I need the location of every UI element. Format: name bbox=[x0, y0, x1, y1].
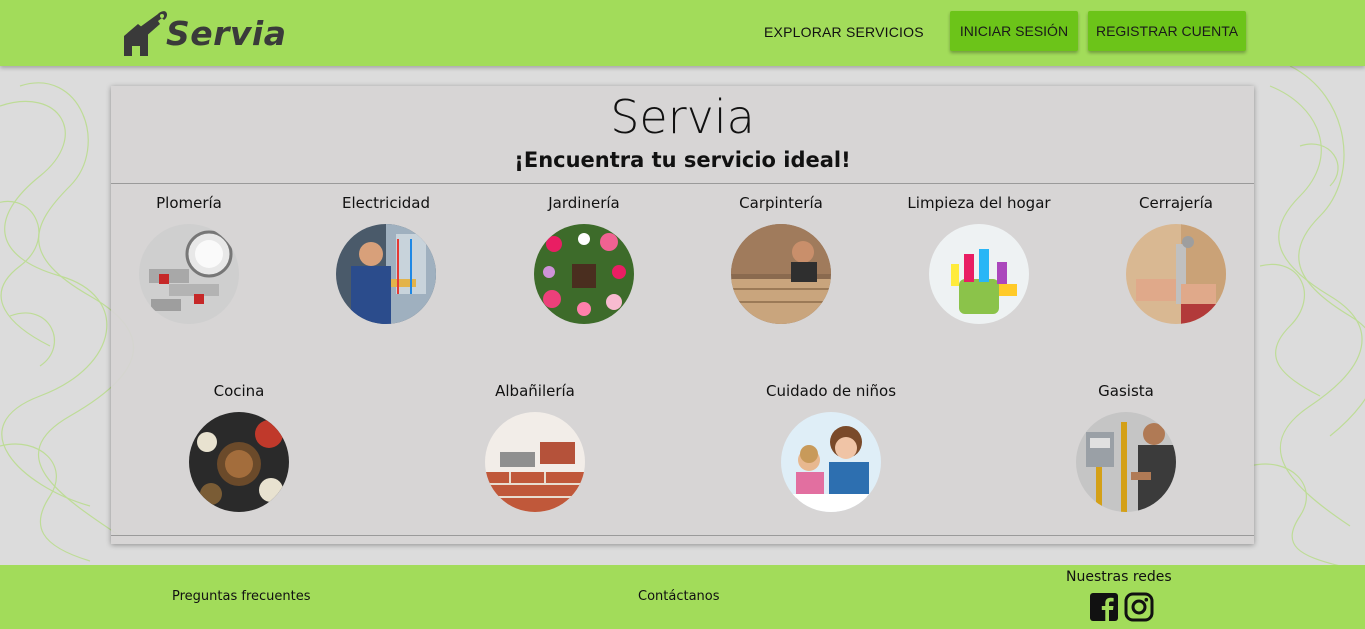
cooking-photo bbox=[189, 412, 289, 512]
facebook-icon[interactable] bbox=[1090, 593, 1118, 621]
childcare-photo bbox=[781, 412, 881, 512]
service-label: Albañilería bbox=[495, 382, 575, 400]
service-locksmith[interactable]: Cerrajería bbox=[1076, 194, 1276, 324]
brand-logo[interactable]: Servia bbox=[118, 8, 287, 58]
service-cleaning[interactable]: Limpieza del hogar bbox=[879, 194, 1079, 324]
service-carpentry[interactable]: Carpintería bbox=[681, 194, 881, 324]
masonry-photo bbox=[485, 412, 585, 512]
service-cooking[interactable]: Cocina bbox=[139, 382, 339, 512]
cleaning-photo bbox=[929, 224, 1029, 324]
social-title: Nuestras redes bbox=[1066, 569, 1172, 585]
service-gardening[interactable]: Jardinería bbox=[484, 194, 684, 324]
register-button[interactable]: REGISTRAR CUENTA bbox=[1088, 11, 1246, 51]
service-label: Cocina bbox=[213, 382, 265, 400]
service-masonry[interactable]: Albañilería bbox=[435, 382, 635, 512]
service-gas-fitter[interactable]: Gasista bbox=[1026, 382, 1226, 512]
service-plumbing[interactable]: Plomería bbox=[89, 194, 289, 324]
explore-services-link[interactable]: EXPLORAR SERVICIOS bbox=[764, 24, 924, 40]
contact-link[interactable]: Contáctanos bbox=[638, 589, 720, 604]
services-card: Servia ¡Encuentra tu servicio ideal! Plo… bbox=[111, 86, 1254, 544]
top-navbar: Servia EXPLORAR SERVICIOS INICIAR SESIÓN… bbox=[0, 0, 1365, 66]
divider bbox=[111, 183, 1254, 184]
service-label: Cuidado de niños bbox=[765, 382, 897, 400]
footer: Preguntas frecuentes Contáctanos Nuestra… bbox=[0, 565, 1365, 629]
service-label: Gasista bbox=[1098, 382, 1154, 400]
brand-name: Servia bbox=[166, 13, 287, 53]
service-label: Limpieza del hogar bbox=[907, 194, 1051, 212]
plumbing-photo bbox=[139, 224, 239, 324]
login-button[interactable]: INICIAR SESIÓN bbox=[950, 11, 1078, 51]
service-electricity[interactable]: Electricidad bbox=[286, 194, 486, 324]
gas-fitter-photo bbox=[1076, 412, 1176, 512]
faq-link[interactable]: Preguntas frecuentes bbox=[172, 589, 311, 604]
service-label: Jardinería bbox=[548, 194, 620, 212]
electricity-photo bbox=[336, 224, 436, 324]
service-label: Plomería bbox=[156, 194, 222, 212]
page-title: Servia bbox=[610, 90, 755, 144]
carpentry-photo bbox=[731, 224, 831, 324]
service-label: Carpintería bbox=[739, 194, 823, 212]
wrench-house-icon bbox=[124, 11, 168, 56]
service-label: Cerrajería bbox=[1139, 194, 1213, 212]
divider bbox=[111, 535, 1254, 536]
gardening-photo bbox=[534, 224, 634, 324]
service-label: Electricidad bbox=[342, 194, 430, 212]
locksmith-photo bbox=[1126, 224, 1226, 324]
page-subtitle: ¡Encuentra tu servicio ideal! bbox=[514, 148, 851, 172]
service-childcare[interactable]: Cuidado de niños bbox=[731, 382, 931, 512]
instagram-icon[interactable] bbox=[1124, 592, 1154, 622]
